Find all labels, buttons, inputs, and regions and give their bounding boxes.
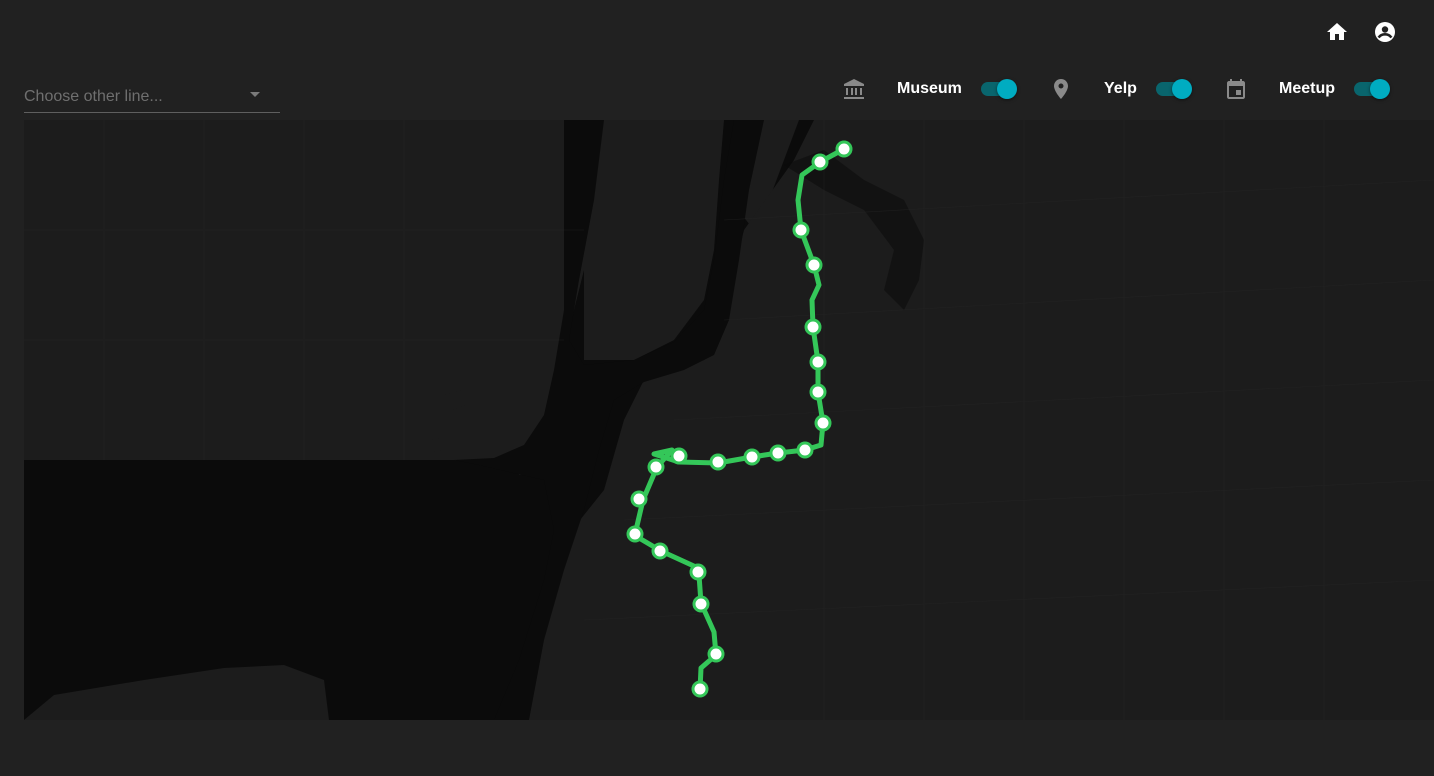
station-marker[interactable] (811, 153, 829, 171)
museum-filter-label: Museum (897, 80, 962, 97)
station-marker[interactable] (689, 563, 707, 581)
location-pin-icon (1049, 77, 1073, 101)
station-marker[interactable] (809, 353, 827, 371)
station-marker[interactable] (809, 383, 827, 401)
museum-toggle[interactable] (981, 79, 1017, 99)
station-marker[interactable] (814, 414, 832, 432)
station-marker[interactable] (769, 444, 787, 462)
meetup-filter-label: Meetup (1279, 80, 1335, 97)
station-marker[interactable] (804, 318, 822, 336)
account-circle-icon (1375, 22, 1395, 42)
station-marker[interactable] (796, 441, 814, 459)
yelp-toggle[interactable] (1156, 79, 1192, 99)
station-marker[interactable] (647, 458, 665, 476)
station-marker[interactable] (743, 448, 761, 466)
station-marker[interactable] (626, 525, 644, 543)
home-icon (1327, 23, 1347, 40)
station-marker[interactable] (707, 645, 725, 663)
calendar-icon (1224, 77, 1248, 101)
account-button[interactable] (1373, 20, 1397, 44)
station-marker[interactable] (805, 256, 823, 274)
museum-icon (842, 77, 866, 101)
station-marker[interactable] (691, 680, 709, 698)
station-marker[interactable] (630, 490, 648, 508)
subway-map[interactable] (24, 120, 1434, 720)
station-marker[interactable] (670, 447, 688, 465)
station-marker[interactable] (692, 595, 710, 613)
poi-filter-bar: Museum Yelp Meetup (0, 76, 1434, 102)
station-marker[interactable] (709, 453, 727, 471)
map-canvas[interactable] (24, 120, 1434, 720)
station-marker[interactable] (835, 140, 853, 158)
meetup-toggle[interactable] (1354, 79, 1390, 99)
yelp-filter-label: Yelp (1104, 80, 1137, 97)
station-marker[interactable] (651, 542, 669, 560)
home-button[interactable] (1325, 20, 1349, 44)
station-marker[interactable] (792, 221, 810, 239)
